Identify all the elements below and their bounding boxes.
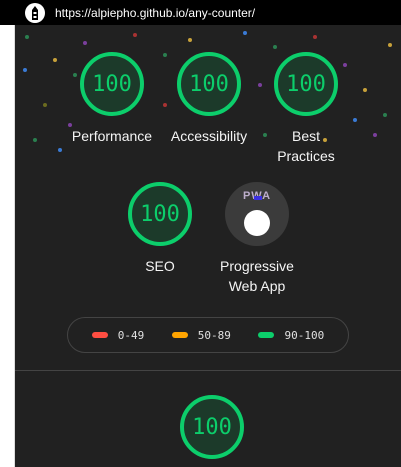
performance-score-value: 100 <box>92 71 132 97</box>
pwa-label: Progressive Web App <box>207 256 307 296</box>
best-practices-score-value: 100 <box>286 71 326 97</box>
seo-score-value: 100 <box>140 201 180 227</box>
accessibility-label: Accessibility <box>170 128 248 144</box>
accessibility-score-value: 100 <box>189 71 229 97</box>
left-edge <box>0 25 15 467</box>
pwa-check-mark-icon <box>254 196 262 200</box>
category-score-gauge: 100 <box>180 395 244 459</box>
pwa-badge[interactable]: PWA <box>225 182 289 246</box>
best-practices-label-line1: Best <box>291 128 320 144</box>
legend-pass-swatch-icon <box>258 332 275 338</box>
legend-fail-swatch-icon <box>91 332 108 338</box>
best-practices-label: Best Practices <box>256 126 356 166</box>
section-divider <box>15 370 401 371</box>
best-practices-score-gauge[interactable]: 100 <box>274 52 338 116</box>
pwa-label-line1: Progressive <box>220 258 294 274</box>
url-text: https://alpiepho.github.io/any-counter/ <box>55 5 256 20</box>
performance-score-gauge[interactable]: 100 <box>80 52 144 116</box>
best-practices-label-line2: Practices <box>277 148 335 164</box>
score-legend: 0-49 50-89 90-100 <box>67 317 349 353</box>
legend-average-swatch-icon <box>171 332 188 338</box>
legend-item-fail: 0-49 <box>91 328 145 342</box>
legend-average-range: 50-89 <box>197 328 231 342</box>
seo-score-gauge[interactable]: 100 <box>128 182 192 246</box>
legend-pass-range: 90-100 <box>284 328 325 342</box>
site-logo-icon <box>25 2 45 23</box>
lighthouse-report-panel: 100 Performance 100 Accessibility 100 Be… <box>15 25 401 467</box>
legend-item-average: 50-89 <box>171 328 231 342</box>
address-bar[interactable]: https://alpiepho.github.io/any-counter/ <box>0 0 401 25</box>
seo-label: SEO <box>145 258 175 274</box>
pwa-label-line2: Web App <box>228 278 286 294</box>
pwa-status-dot-icon <box>244 210 270 236</box>
accessibility-score-gauge[interactable]: 100 <box>177 52 241 116</box>
legend-item-pass: 90-100 <box>258 329 324 342</box>
category-score-value: 100 <box>192 414 232 440</box>
legend-fail-range: 0-49 <box>117 328 145 342</box>
performance-label: Performance <box>71 128 153 144</box>
